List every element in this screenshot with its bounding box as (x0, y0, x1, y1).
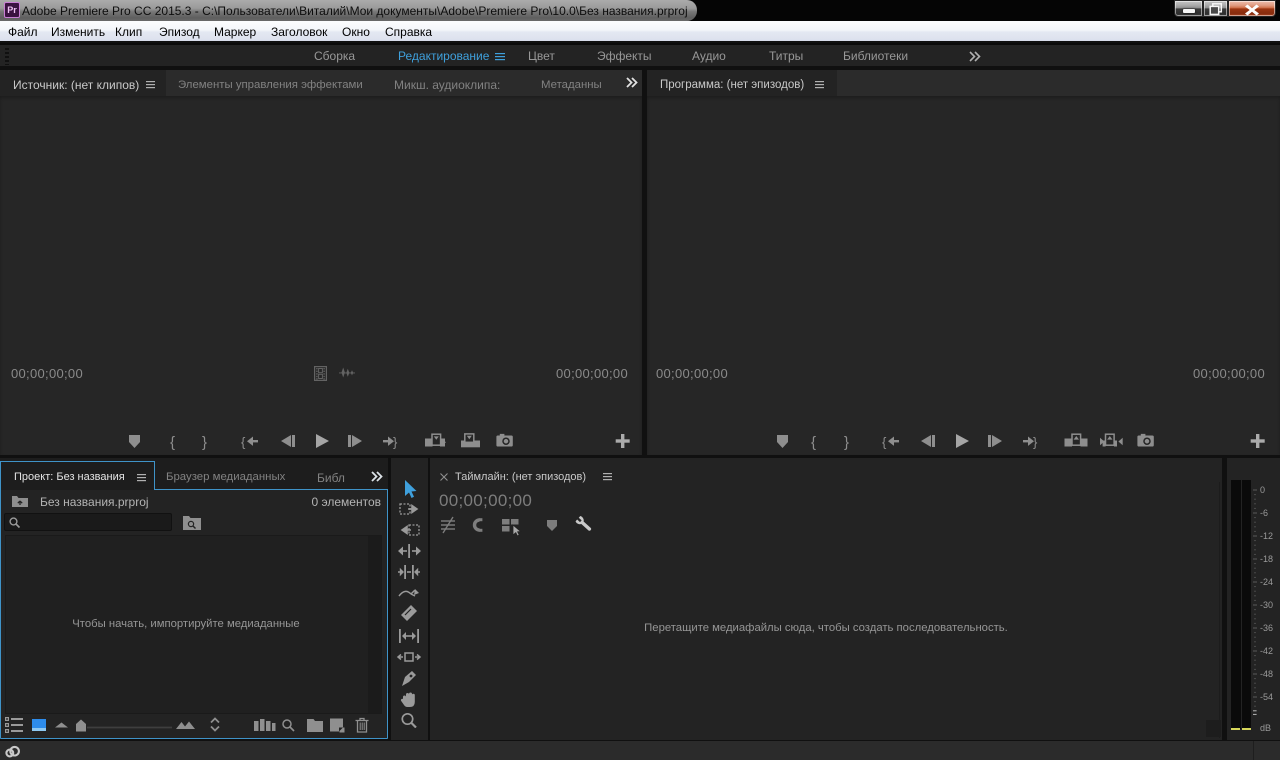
svg-text:-48: -48 (1260, 669, 1273, 679)
svg-text:{: { (882, 435, 887, 450)
svg-text:0: 0 (1260, 485, 1265, 495)
svg-text:{: { (170, 434, 175, 450)
svg-text:}: } (393, 435, 398, 450)
svg-text:-24: -24 (1260, 577, 1273, 587)
svg-text:-6: -6 (1260, 508, 1268, 518)
svg-text:}: } (202, 434, 207, 450)
svg-text:}: } (1033, 435, 1038, 450)
svg-text:-30: -30 (1260, 600, 1273, 610)
svg-text:-54: -54 (1260, 692, 1273, 702)
svg-text:{: { (811, 434, 816, 450)
svg-text:-18: -18 (1260, 554, 1273, 564)
svg-text:dB: dB (1260, 723, 1271, 732)
svg-text:}: } (844, 434, 849, 450)
svg-text:-36: -36 (1260, 623, 1273, 633)
svg-text:-42: -42 (1260, 646, 1273, 656)
svg-text:{: { (241, 435, 246, 450)
svg-text:-12: -12 (1260, 531, 1273, 541)
